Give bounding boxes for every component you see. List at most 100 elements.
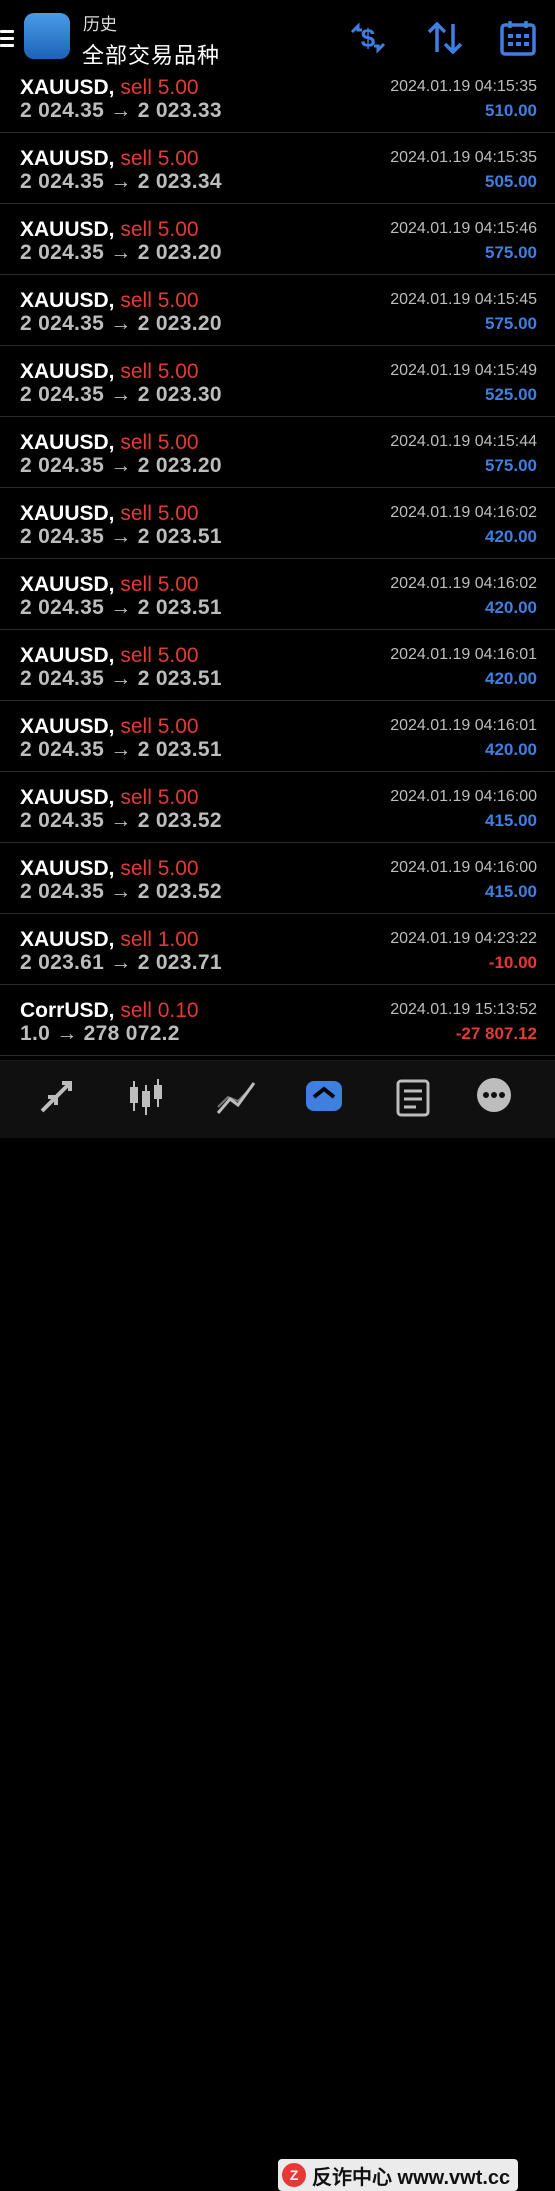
trade-symbol: XAUUSD, sell 5.00 [20, 786, 199, 810]
trade-side-volume: sell 5.00 [120, 76, 199, 99]
trade-symbol: XAUUSD, sell 5.00 [20, 218, 199, 242]
trade-side-volume: sell 1.00 [120, 928, 199, 951]
trade-profit: 525.00 [485, 385, 537, 404]
trade-time: 2024.01.19 04:16:00 [390, 788, 537, 805]
trade-row[interactable]: XAUUSD, sell 5.00 2 024.35 → 2 023.34 2024… [0, 133, 555, 204]
symbol-label: XAUUSD, [20, 218, 115, 241]
header-subtitle: 历史 [83, 15, 117, 34]
trade-arrows-icon[interactable] [34, 1075, 78, 1119]
trade-prices: 2 024.35 → 2 023.30 [20, 383, 222, 406]
symbol-label: XAUUSD, [20, 147, 115, 170]
trade-side-volume: sell 5.00 [120, 644, 199, 667]
trade-prices: 1.0 → 278 072.2 [20, 1022, 180, 1045]
trade-symbol: XAUUSD, sell 5.00 [20, 857, 199, 881]
header-title[interactable]: 全部交易品种 [82, 38, 220, 70]
watermark-logo: Z [282, 2163, 306, 2187]
trade-symbol: XAUUSD, sell 5.00 [20, 502, 199, 526]
trade-time: 2024.01.19 04:15:35 [390, 78, 537, 95]
trade-time: 2024.01.19 04:16:00 [390, 859, 537, 876]
symbol-label: XAUUSD, [20, 289, 115, 312]
trade-symbol: XAUUSD, sell 5.00 [20, 360, 199, 384]
trade-profit: 420.00 [485, 669, 537, 688]
trade-profit: 415.00 [485, 811, 537, 830]
trade-prices: 2 024.35 → 2 023.51 [20, 596, 222, 619]
trade-time: 2024.01.19 04:15:35 [390, 149, 537, 166]
trade-prices: 2 024.35 → 2 023.20 [20, 454, 222, 477]
dollar-swap-icon[interactable]: $ [348, 18, 388, 58]
trade-symbol: XAUUSD, sell 5.00 [20, 76, 199, 100]
trade-row[interactable]: XAUUSD, sell 1.00 2 023.61 → 2 023.71 2024… [0, 914, 555, 985]
watermark-text: 反诈中心 www.vwt.cc [312, 2166, 511, 2189]
trade-profit: 575.00 [485, 456, 537, 475]
trade-prices: 2 023.61 → 2 023.71 [20, 951, 222, 974]
trade-profit: 415.00 [485, 882, 537, 901]
trade-side-volume: sell 5.00 [120, 786, 199, 809]
trade-row[interactable]: CorrUSD, sell 0.10 1.0 → 278 072.2 2024.01… [0, 985, 555, 1056]
trade-symbol: XAUUSD, sell 5.00 [20, 715, 199, 739]
trade-row[interactable]: XAUUSD, sell 5.00 2 024.35 → 2 023.20 2024… [0, 275, 555, 346]
trade-row[interactable]: XAUUSD, sell 5.00 2 024.35 → 2 023.20 2024… [0, 417, 555, 488]
trade-side-volume: sell 5.00 [120, 857, 199, 880]
candlestick-icon[interactable] [124, 1075, 168, 1119]
news-icon[interactable] [392, 1075, 436, 1119]
history-icon[interactable] [302, 1075, 346, 1119]
trade-symbol: XAUUSD, sell 1.00 [20, 928, 199, 952]
trade-profit: 420.00 [485, 527, 537, 546]
trade-side-volume: sell 5.00 [120, 431, 199, 454]
trade-symbol: XAUUSD, sell 5.00 [20, 147, 199, 171]
trade-symbol: XAUUSD, sell 5.00 [20, 573, 199, 597]
trade-side-volume: sell 0.10 [120, 999, 199, 1022]
trade-side-volume: sell 5.00 [120, 289, 199, 312]
trade-profit: 505.00 [485, 172, 537, 191]
trade-symbol: XAUUSD, sell 5.00 [20, 431, 199, 455]
trade-profit: -10.00 [488, 953, 537, 972]
trade-time: 2024.01.19 04:15:49 [390, 362, 537, 379]
trade-profit: 420.00 [485, 598, 537, 617]
symbol-label: XAUUSD, [20, 573, 115, 596]
trade-time: 2024.01.19 04:16:01 [390, 717, 537, 734]
symbol-label: XAUUSD, [20, 502, 115, 525]
trade-side-volume: sell 5.00 [120, 715, 199, 738]
trade-profit: 420.00 [485, 740, 537, 759]
trade-row[interactable]: XAUUSD, sell 5.00 2 024.35 → 2 023.30 2024… [0, 346, 555, 417]
svg-text:$: $ [361, 23, 376, 53]
symbol-label: XAUUSD, [20, 360, 115, 383]
trade-row[interactable]: XAUUSD, sell 5.00 2 024.35 → 2 023.52 2024… [0, 843, 555, 914]
trade-row[interactable]: XAUUSD, sell 5.00 2 024.35 → 2 023.51 2024… [0, 488, 555, 559]
app-logo [24, 13, 70, 59]
trade-symbol: CorrUSD, sell 0.10 [20, 999, 199, 1023]
trade-side-volume: sell 5.00 [120, 502, 199, 525]
trade-row[interactable]: XAUUSD, sell 5.00 2 024.35 → 2 023.51 2024… [0, 701, 555, 772]
trade-time: 2024.01.19 04:23:22 [390, 930, 537, 947]
trade-time: 2024.01.19 04:15:45 [390, 291, 537, 308]
chat-icon[interactable] [472, 1075, 516, 1119]
trade-prices: 2 024.35 → 2 023.51 [20, 738, 222, 761]
app-header: 历史 全部交易品种 $ [0, 0, 555, 76]
bottom-navigation: Z 反诈中心 www.vwt.cc [0, 1060, 555, 2191]
trade-side-volume: sell 5.00 [120, 360, 199, 383]
sort-arrows-icon[interactable] [425, 18, 465, 58]
trade-prices: 2 024.35 → 2 023.52 [20, 880, 222, 903]
calendar-icon[interactable] [498, 18, 538, 58]
trade-row[interactable]: XAUUSD, sell 5.00 2 024.35 → 2 023.51 2024… [0, 559, 555, 630]
trade-profit: 575.00 [485, 243, 537, 262]
trade-time: 2024.01.19 04:16:02 [390, 575, 537, 592]
trade-row[interactable]: XAUUSD, sell 5.00 2 024.35 → 2 023.51 2024… [0, 630, 555, 701]
trade-row[interactable]: XAUUSD, sell 5.00 2 024.35 → 2 023.20 2024… [0, 204, 555, 275]
trade-profit: 575.00 [485, 314, 537, 333]
trade-side-volume: sell 5.00 [120, 147, 199, 170]
symbol-label: XAUUSD, [20, 76, 115, 99]
trade-row[interactable]: XAUUSD, sell 5.00 2 024.35 → 2 023.52 2024… [0, 772, 555, 843]
chart-line-icon[interactable] [214, 1075, 258, 1119]
menu-icon[interactable] [0, 30, 14, 48]
symbol-label: XAUUSD, [20, 431, 115, 454]
trade-prices: 2 024.35 → 2 023.51 [20, 525, 222, 548]
trade-prices: 2 024.35 → 2 023.34 [20, 170, 222, 193]
trade-time: 2024.01.19 04:15:46 [390, 220, 537, 237]
trade-prices: 2 024.35 → 2 023.51 [20, 667, 222, 690]
trade-profit: 510.00 [485, 101, 537, 120]
watermark: Z 反诈中心 www.vwt.cc [278, 2159, 519, 2191]
trade-prices: 2 024.35 → 2 023.33 [20, 99, 222, 122]
symbol-label: XAUUSD, [20, 928, 115, 951]
trade-time: 2024.01.19 15:13:52 [390, 1001, 537, 1018]
